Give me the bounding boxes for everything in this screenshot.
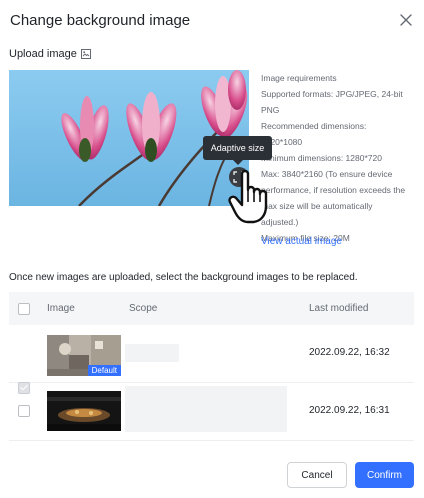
background-images-table: Image Scope Last modified Default 2022.0… [9,292,414,441]
upload-image-label[interactable]: Upload image [9,48,91,60]
req-line: 1920*1080 [261,137,303,147]
hand-cursor-icon [228,168,280,229]
last-modified-value: 2022.09.22, 16:32 [309,347,390,358]
req-line: adjusted.) [261,217,299,227]
last-modified-value: 2022.09.22, 16:31 [309,405,390,416]
scope-placeholder [125,386,287,432]
view-actual-image-link[interactable]: View actual image [261,236,342,247]
table-row[interactable]: Default 2022.09.22, 16:32 [9,325,414,394]
req-line: Max: 3840*2160 (To ensure device [261,169,393,179]
confirm-button[interactable]: Confirm [355,462,414,488]
close-icon[interactable] [398,12,414,28]
dialog-title: Change background image [10,12,191,29]
header-scope: Scope [129,303,158,314]
row-checkbox[interactable] [18,405,30,417]
req-line: Supported formats: JPG/JPEG, 24-bit [261,89,403,99]
row-checkbox-cell[interactable] [18,405,30,417]
tooltip-text: Adaptive size [210,143,265,153]
table-header: Image Scope Last modified [9,292,414,325]
header-image: Image [47,303,75,314]
select-all-checkbox[interactable] [18,302,30,315]
cancel-button[interactable]: Cancel [287,462,347,488]
header-last-modified: Last modified [309,303,369,314]
req-line: Recommended dimensions: [261,121,367,131]
req-line: performance, if resolution exceeds the [261,185,406,195]
req-line: Image requirements [261,73,337,83]
change-background-dialog: Change background image Upload image Ada… [0,0,424,498]
image-thumbnail: Default [47,335,121,376]
scope-placeholder [125,344,179,362]
upload-icon[interactable] [80,49,91,59]
req-line: Minimum dimensions: 1280*720 [261,153,382,163]
select-all-cell[interactable] [18,292,30,325]
upload-image-text: Upload image [9,48,77,60]
table-row[interactable]: 2022.09.22, 16:31 [9,383,414,441]
image-thumbnail [47,391,121,431]
adaptive-size-tooltip: Adaptive size [203,136,272,165]
default-badge: Default [87,365,121,376]
replace-hint: Once new images are uploaded, select the… [9,272,358,283]
req-line: max size will be automatically [261,201,373,211]
req-line: PNG [261,105,280,115]
image-requirements: Image requirements Supported formats: JP… [261,70,413,246]
